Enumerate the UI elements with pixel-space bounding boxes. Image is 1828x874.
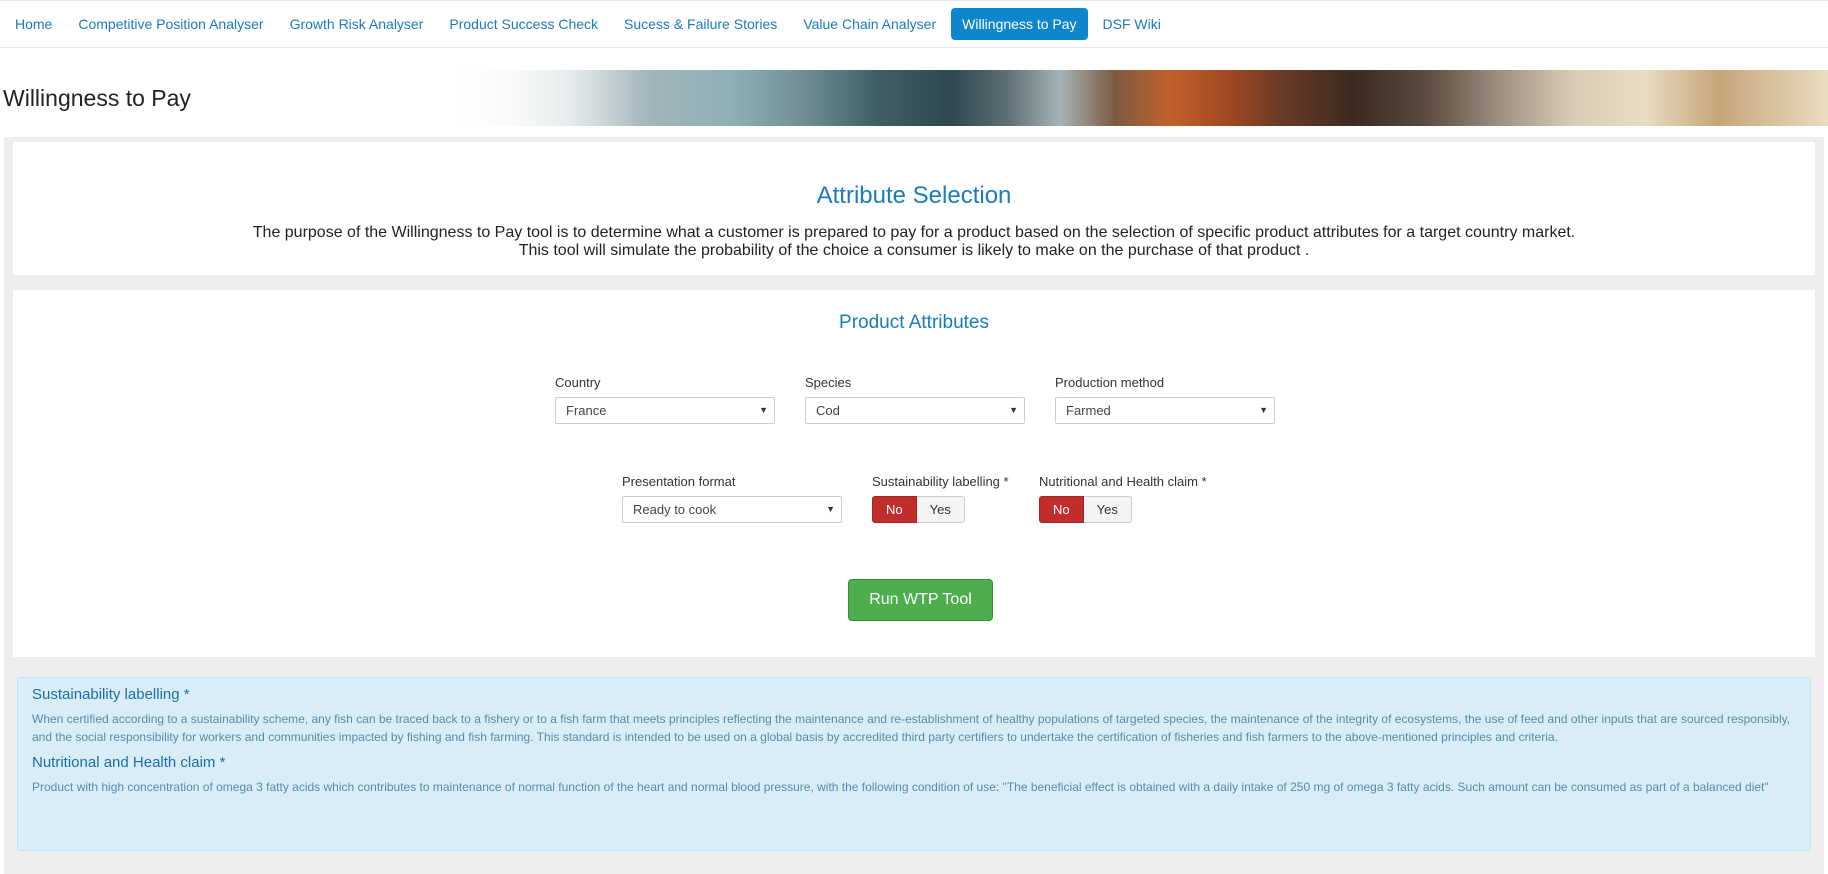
nutritional-info-title: Nutritional and Health claim * [32,754,226,771]
page-banner: Willingness to Pay [0,70,1828,126]
presentation-format-value: Ready to cook [633,502,717,517]
nutritional-toggle: No Yes [1039,496,1207,523]
sustainability-toggle: No Yes [872,496,1009,523]
nav-growth-risk-analyser[interactable]: Growth Risk Analyser [279,9,435,39]
presentation-format-select[interactable]: Ready to cook ▼ [622,496,842,523]
country-select[interactable]: France ▼ [555,397,775,424]
species-select[interactable]: Cod ▼ [805,397,1025,424]
sustainability-info-title: Sustainability labelling * [32,686,190,703]
product-attributes-heading: Product Attributes [839,312,989,333]
presentation-format-field: Presentation format Ready to cook ▼ [622,475,842,523]
sustainability-info-text: When certified according to a sustainabi… [32,712,1791,744]
chevron-down-icon: ▼ [826,504,835,514]
nav-dsf-wiki[interactable]: DSF Wiki [1092,9,1172,39]
production-method-select[interactable]: Farmed ▼ [1055,397,1275,424]
product-attributes-card: Product Attributes Country France ▼ Spec… [13,290,1815,657]
main-content: Attribute Selection The purpose of the W… [4,137,1824,874]
intro-description: The purpose of the Willingness to Pay to… [13,224,1815,260]
intro-line-1: The purpose of the Willingness to Pay to… [252,224,1576,241]
top-nav: Home Competitive Position Analyser Growt… [0,0,1828,48]
sustainability-labelling-label: Sustainability labelling * [872,474,1009,489]
attribute-info-panel: Sustainability labelling * When certifie… [17,677,1811,851]
presentation-format-label: Presentation format [622,474,736,489]
country-field: Country France ▼ [555,376,775,424]
chevron-down-icon: ▼ [759,405,768,415]
nutritional-claim-field: Nutritional and Health claim * No Yes [1039,475,1207,523]
nutritional-info-text: Product with high concentration of omega… [32,780,1769,794]
species-value: Cod [816,403,840,418]
production-method-field: Production method Farmed ▼ [1055,376,1275,424]
species-field: Species Cod ▼ [805,376,1025,424]
species-label: Species [805,375,852,390]
nav-success-failure-stories[interactable]: Sucess & Failure Stories [613,9,788,39]
nav-value-chain-analyser[interactable]: Value Chain Analyser [792,9,947,39]
sustainability-yes-button[interactable]: Yes [916,496,965,523]
intro-line-2: This tool will simulate the probability … [518,242,1310,259]
production-method-value: Farmed [1066,403,1111,418]
nutritional-no-button[interactable]: No [1039,496,1084,523]
sustainability-labelling-field: Sustainability labelling * No Yes [872,475,1009,523]
run-wtp-tool-button[interactable]: Run WTP Tool [848,579,993,621]
nav-product-success-check[interactable]: Product Success Check [438,9,609,39]
nutritional-claim-label: Nutritional and Health claim * [1039,474,1207,489]
nutritional-yes-button[interactable]: Yes [1083,496,1132,523]
intro-heading: Attribute Selection [816,182,1012,209]
page-title: Willingness to Pay [3,85,191,111]
sustainability-no-button[interactable]: No [872,496,917,523]
intro-card: Attribute Selection The purpose of the W… [13,142,1815,275]
nav-willingness-to-pay[interactable]: Willingness to Pay [951,8,1088,40]
country-label: Country [555,375,601,390]
production-method-label: Production method [1055,375,1165,390]
chevron-down-icon: ▼ [1259,405,1268,415]
chevron-down-icon: ▼ [1009,405,1018,415]
nav-competitive-position-analyser[interactable]: Competitive Position Analyser [67,9,274,39]
nav-home[interactable]: Home [4,9,63,39]
country-value: France [566,403,607,418]
